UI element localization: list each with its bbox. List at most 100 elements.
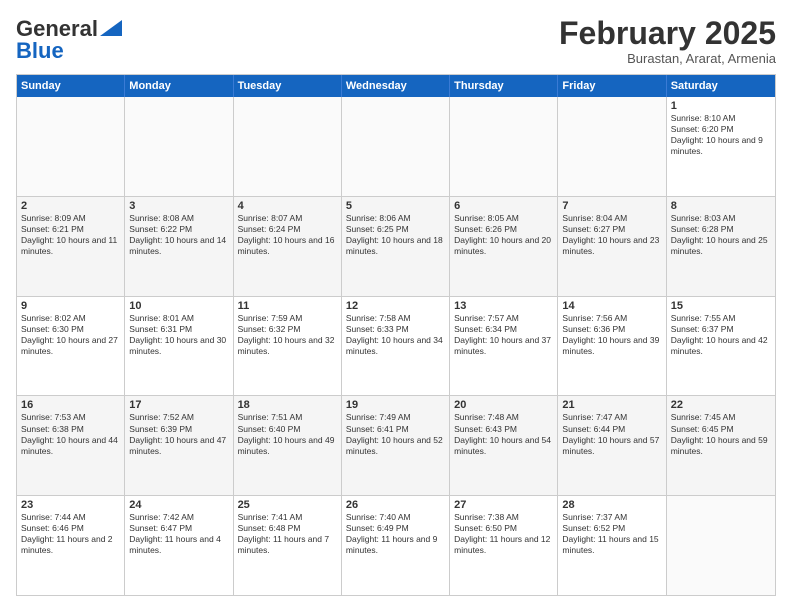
calendar-cell: 14Sunrise: 7:56 AM Sunset: 6:36 PM Dayli…: [558, 297, 666, 396]
day-number: 24: [129, 499, 228, 511]
cell-details: Sunrise: 8:08 AM Sunset: 6:22 PM Dayligh…: [129, 213, 228, 257]
calendar-cell: 11Sunrise: 7:59 AM Sunset: 6:32 PM Dayli…: [234, 297, 342, 396]
calendar-row-1: 2Sunrise: 8:09 AM Sunset: 6:21 PM Daylig…: [17, 197, 775, 297]
day-number: 12: [346, 300, 445, 312]
cell-details: Sunrise: 7:55 AM Sunset: 6:37 PM Dayligh…: [671, 313, 771, 357]
cell-details: Sunrise: 7:58 AM Sunset: 6:33 PM Dayligh…: [346, 313, 445, 357]
calendar-cell: [125, 97, 233, 196]
cell-details: Sunrise: 8:01 AM Sunset: 6:31 PM Dayligh…: [129, 313, 228, 357]
calendar-row-4: 23Sunrise: 7:44 AM Sunset: 6:46 PM Dayli…: [17, 496, 775, 595]
day-number: 27: [454, 499, 553, 511]
calendar-row-3: 16Sunrise: 7:53 AM Sunset: 6:38 PM Dayli…: [17, 396, 775, 496]
cell-details: Sunrise: 8:07 AM Sunset: 6:24 PM Dayligh…: [238, 213, 337, 257]
calendar-cell: 9Sunrise: 8:02 AM Sunset: 6:30 PM Daylig…: [17, 297, 125, 396]
location-subtitle: Burastan, Ararat, Armenia: [559, 51, 776, 66]
calendar-cell: 24Sunrise: 7:42 AM Sunset: 6:47 PM Dayli…: [125, 496, 233, 595]
weekday-header-friday: Friday: [558, 75, 666, 97]
day-number: 21: [562, 399, 661, 411]
calendar-cell: [234, 97, 342, 196]
weekday-header-thursday: Thursday: [450, 75, 558, 97]
calendar-cell: 19Sunrise: 7:49 AM Sunset: 6:41 PM Dayli…: [342, 396, 450, 495]
calendar-cell: 17Sunrise: 7:52 AM Sunset: 6:39 PM Dayli…: [125, 396, 233, 495]
logo-blue: Blue: [16, 38, 64, 64]
logo: General Blue: [16, 16, 122, 64]
cell-details: Sunrise: 7:47 AM Sunset: 6:44 PM Dayligh…: [562, 412, 661, 456]
day-number: 26: [346, 499, 445, 511]
cell-details: Sunrise: 8:09 AM Sunset: 6:21 PM Dayligh…: [21, 213, 120, 257]
calendar-cell: 7Sunrise: 8:04 AM Sunset: 6:27 PM Daylig…: [558, 197, 666, 296]
day-number: 25: [238, 499, 337, 511]
weekday-header-tuesday: Tuesday: [234, 75, 342, 97]
calendar-cell: [17, 97, 125, 196]
calendar-cell: 2Sunrise: 8:09 AM Sunset: 6:21 PM Daylig…: [17, 197, 125, 296]
weekday-header-monday: Monday: [125, 75, 233, 97]
logo-icon: [100, 20, 122, 36]
calendar-cell: 3Sunrise: 8:08 AM Sunset: 6:22 PM Daylig…: [125, 197, 233, 296]
month-title: February 2025: [559, 16, 776, 51]
cell-details: Sunrise: 7:45 AM Sunset: 6:45 PM Dayligh…: [671, 412, 771, 456]
calendar-cell: [450, 97, 558, 196]
cell-details: Sunrise: 8:04 AM Sunset: 6:27 PM Dayligh…: [562, 213, 661, 257]
cell-details: Sunrise: 7:44 AM Sunset: 6:46 PM Dayligh…: [21, 512, 120, 556]
calendar-cell: 23Sunrise: 7:44 AM Sunset: 6:46 PM Dayli…: [17, 496, 125, 595]
weekday-header-wednesday: Wednesday: [342, 75, 450, 97]
calendar-body: 1Sunrise: 8:10 AM Sunset: 6:20 PM Daylig…: [17, 97, 775, 595]
calendar-cell: 13Sunrise: 7:57 AM Sunset: 6:34 PM Dayli…: [450, 297, 558, 396]
cell-details: Sunrise: 7:40 AM Sunset: 6:49 PM Dayligh…: [346, 512, 445, 556]
day-number: 5: [346, 200, 445, 212]
day-number: 10: [129, 300, 228, 312]
cell-details: Sunrise: 7:42 AM Sunset: 6:47 PM Dayligh…: [129, 512, 228, 556]
day-number: 17: [129, 399, 228, 411]
day-number: 28: [562, 499, 661, 511]
calendar-cell: 10Sunrise: 8:01 AM Sunset: 6:31 PM Dayli…: [125, 297, 233, 396]
cell-details: Sunrise: 7:53 AM Sunset: 6:38 PM Dayligh…: [21, 412, 120, 456]
cell-details: Sunrise: 8:05 AM Sunset: 6:26 PM Dayligh…: [454, 213, 553, 257]
calendar-cell: 20Sunrise: 7:48 AM Sunset: 6:43 PM Dayli…: [450, 396, 558, 495]
day-number: 8: [671, 200, 771, 212]
day-number: 19: [346, 399, 445, 411]
day-number: 16: [21, 399, 120, 411]
calendar-cell: 5Sunrise: 8:06 AM Sunset: 6:25 PM Daylig…: [342, 197, 450, 296]
day-number: 2: [21, 200, 120, 212]
calendar-cell: 25Sunrise: 7:41 AM Sunset: 6:48 PM Dayli…: [234, 496, 342, 595]
cell-details: Sunrise: 7:57 AM Sunset: 6:34 PM Dayligh…: [454, 313, 553, 357]
calendar-cell: 6Sunrise: 8:05 AM Sunset: 6:26 PM Daylig…: [450, 197, 558, 296]
calendar-cell: 27Sunrise: 7:38 AM Sunset: 6:50 PM Dayli…: [450, 496, 558, 595]
calendar: SundayMondayTuesdayWednesdayThursdayFrid…: [16, 74, 776, 596]
title-block: February 2025 Burastan, Ararat, Armenia: [559, 16, 776, 66]
calendar-row-2: 9Sunrise: 8:02 AM Sunset: 6:30 PM Daylig…: [17, 297, 775, 397]
calendar-cell: 21Sunrise: 7:47 AM Sunset: 6:44 PM Dayli…: [558, 396, 666, 495]
calendar-cell: 16Sunrise: 7:53 AM Sunset: 6:38 PM Dayli…: [17, 396, 125, 495]
calendar-row-0: 1Sunrise: 8:10 AM Sunset: 6:20 PM Daylig…: [17, 97, 775, 197]
calendar-cell: 18Sunrise: 7:51 AM Sunset: 6:40 PM Dayli…: [234, 396, 342, 495]
page: General Blue February 2025 Burastan, Ara…: [0, 0, 792, 612]
cell-details: Sunrise: 7:38 AM Sunset: 6:50 PM Dayligh…: [454, 512, 553, 556]
calendar-cell: 12Sunrise: 7:58 AM Sunset: 6:33 PM Dayli…: [342, 297, 450, 396]
day-number: 15: [671, 300, 771, 312]
day-number: 7: [562, 200, 661, 212]
day-number: 18: [238, 399, 337, 411]
cell-details: Sunrise: 8:03 AM Sunset: 6:28 PM Dayligh…: [671, 213, 771, 257]
day-number: 20: [454, 399, 553, 411]
calendar-cell: 26Sunrise: 7:40 AM Sunset: 6:49 PM Dayli…: [342, 496, 450, 595]
calendar-header: SundayMondayTuesdayWednesdayThursdayFrid…: [17, 75, 775, 97]
weekday-header-saturday: Saturday: [667, 75, 775, 97]
calendar-cell: 4Sunrise: 8:07 AM Sunset: 6:24 PM Daylig…: [234, 197, 342, 296]
header: General Blue February 2025 Burastan, Ara…: [16, 16, 776, 66]
day-number: 9: [21, 300, 120, 312]
cell-details: Sunrise: 7:59 AM Sunset: 6:32 PM Dayligh…: [238, 313, 337, 357]
calendar-cell: 22Sunrise: 7:45 AM Sunset: 6:45 PM Dayli…: [667, 396, 775, 495]
day-number: 14: [562, 300, 661, 312]
cell-details: Sunrise: 7:51 AM Sunset: 6:40 PM Dayligh…: [238, 412, 337, 456]
cell-details: Sunrise: 7:49 AM Sunset: 6:41 PM Dayligh…: [346, 412, 445, 456]
day-number: 4: [238, 200, 337, 212]
calendar-cell: [342, 97, 450, 196]
cell-details: Sunrise: 7:41 AM Sunset: 6:48 PM Dayligh…: [238, 512, 337, 556]
calendar-cell: [667, 496, 775, 595]
day-number: 11: [238, 300, 337, 312]
day-number: 3: [129, 200, 228, 212]
cell-details: Sunrise: 8:02 AM Sunset: 6:30 PM Dayligh…: [21, 313, 120, 357]
cell-details: Sunrise: 7:37 AM Sunset: 6:52 PM Dayligh…: [562, 512, 661, 556]
day-number: 13: [454, 300, 553, 312]
cell-details: Sunrise: 8:06 AM Sunset: 6:25 PM Dayligh…: [346, 213, 445, 257]
